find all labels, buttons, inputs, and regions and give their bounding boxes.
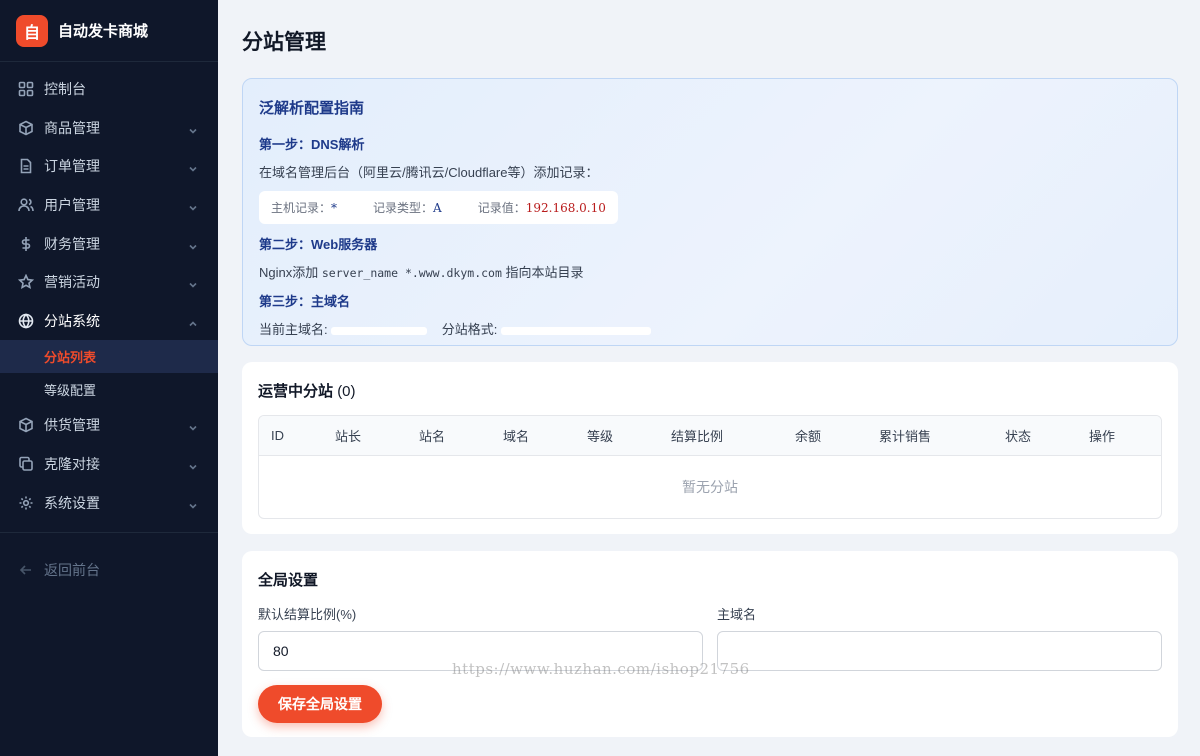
sidebar-item-label: 系统设置: [44, 494, 100, 511]
save-global-settings-button[interactable]: 保存全局设置: [258, 685, 382, 723]
sidebar-item-products[interactable]: 商品管理: [0, 109, 218, 148]
page-title: 分站管理: [242, 31, 326, 54]
step3-text: 当前主域名: 分站格式:: [259, 319, 1161, 338]
chevron-down-icon: [188, 277, 198, 288]
step1-text: 在域名管理后台（阿里云/腾讯云/Cloudflare等）添加记录：: [259, 165, 599, 180]
guide-title: 泛解析配置指南: [259, 100, 365, 117]
copy-icon: [18, 456, 34, 472]
column-header: 站名: [419, 429, 446, 444]
sidebar-divider: [0, 531, 218, 533]
sidebar-back-to-front[interactable]: 返回前台: [0, 551, 218, 590]
sidebar-item-label: 控制台: [44, 81, 86, 98]
chevron-down-icon: [188, 161, 198, 173]
stations-card: 运营中分站 (0) ID 站长 站名 域名 等级 结算比例 余额 累计销售 状态…: [242, 362, 1178, 534]
column-header: 操作: [1089, 429, 1116, 444]
sidebar-item-marketing[interactable]: 营销活动: [0, 263, 218, 302]
column-header: 域名: [503, 429, 530, 444]
record-type: 记录类型：A: [373, 201, 442, 215]
sidebar-item-clone[interactable]: 克隆对接: [0, 445, 218, 484]
chevron-up-icon: [188, 316, 198, 326]
sidebar-item-label: 分站系统: [44, 312, 100, 329]
record-value: 记录值：192.168.0.10: [477, 201, 606, 215]
sidebar-item-label: 克隆对接: [44, 456, 100, 473]
sidebar-item-label: 用户管理: [44, 197, 100, 214]
sidebar-item-substations[interactable]: 分站系统: [0, 302, 218, 341]
settings-form: 默认结算比例(%) 80 主域名: [258, 604, 1162, 671]
stations-count: (0): [337, 383, 356, 400]
main-content: 分站管理 泛解析配置指南 第一步：DNS解析 在域名管理后台（阿里云/腾讯云/C…: [218, 0, 1200, 756]
globe-icon: [18, 313, 34, 329]
brand[interactable]: 自 自动发卡商城: [0, 0, 218, 62]
domain-field-group: 主域名: [717, 604, 1162, 671]
brand-name: 自动发卡商城: [58, 23, 149, 40]
brand-logo: 自: [16, 14, 48, 47]
wildcard-dns-guide: 泛解析配置指南 第一步：DNS解析 在域名管理后台（阿里云/腾讯云/Cloudf…: [242, 78, 1178, 346]
box-icon: [18, 120, 34, 136]
chevron-down-icon: [188, 200, 198, 211]
step3-title: 第三步：主域名: [259, 294, 351, 309]
column-header: 等级: [587, 429, 614, 444]
column-header: 结算比例: [671, 429, 724, 444]
chevron-down-icon: [188, 123, 198, 134]
column-header: 累计销售: [879, 429, 932, 444]
step1-title: 第一步：DNS解析: [259, 137, 365, 152]
dns-record-box: 主机记录：* 记录类型：A 记录值：192.168.0.10: [259, 191, 618, 224]
redacted-sub-format: [500, 326, 651, 335]
column-header: 余额: [795, 429, 822, 444]
dollar-icon: [18, 236, 34, 252]
redacted-main-domain: [331, 326, 428, 335]
domain-input[interactable]: [717, 631, 1162, 671]
global-settings-card: 全局设置 默认结算比例(%) 80 主域名 保存全局设置: [242, 551, 1178, 737]
sidebar-item-users[interactable]: 用户管理: [0, 186, 218, 225]
sidebar-item-orders[interactable]: 订单管理: [0, 147, 218, 186]
gear-icon: [18, 495, 34, 511]
sidebar-item-label: 订单管理: [44, 158, 100, 175]
star-icon: [18, 274, 34, 290]
ratio-input[interactable]: 80: [258, 631, 703, 671]
sidebar-item-label: 商品管理: [44, 119, 100, 136]
sidebar-item-supply[interactable]: 供货管理: [0, 406, 218, 445]
document-icon: [18, 158, 34, 174]
chevron-down-icon: [188, 420, 198, 432]
chevron-down-icon: [188, 239, 198, 250]
column-header: 状态: [1005, 429, 1032, 444]
stations-title: 运营中分站 (0): [258, 383, 356, 400]
settings-title: 全局设置: [258, 572, 319, 589]
sub-format-label: 分站格式:: [441, 322, 498, 337]
sidebar-item-label: 营销活动: [44, 274, 100, 291]
column-header: 站长: [335, 429, 362, 444]
sidebar-item-settings[interactable]: 系统设置: [0, 483, 218, 522]
sidebar-item-finance[interactable]: 财务管理: [0, 224, 218, 263]
box-icon: [18, 417, 34, 433]
stations-table: ID 站长 站名 域名 等级 结算比例 余额 累计销售 状态 操作 暂无分站: [258, 415, 1162, 519]
empty-state: 暂无分站: [682, 479, 738, 495]
table-header: ID 站长 站名 域名 等级 结算比例 余额 累计销售 状态 操作: [259, 416, 1161, 456]
main-domain-label: 当前主域名:: [259, 322, 328, 337]
sidebar-item-dashboard[interactable]: 控制台: [0, 70, 218, 109]
step2-text: Nginx添加 server_name *.www.dkym.com 指向本站目…: [259, 265, 584, 280]
dashboard-icon: [18, 81, 34, 97]
sidebar-item-label: 财务管理: [44, 235, 100, 252]
arrow-left-icon: [18, 562, 34, 578]
chevron-down-icon: [188, 459, 198, 470]
users-icon: [18, 197, 34, 213]
record-host: 主机记录：*: [271, 201, 338, 215]
ratio-field-group: 默认结算比例(%) 80: [258, 604, 703, 671]
sidebar: 自 自动发卡商城 控制台 商品管理 订单管理 用户管理 财务管理 营销活动 分站…: [0, 0, 218, 756]
sidebar-nav: 控制台 商品管理 订单管理 用户管理 财务管理 营销活动 分站系统 分站列表 等…: [0, 62, 218, 590]
sidebar-item-label: 供货管理: [44, 417, 100, 434]
chevron-down-icon: [188, 498, 198, 509]
sidebar-back-label: 返回前台: [44, 562, 100, 579]
ratio-label: 默认结算比例(%): [258, 607, 357, 622]
domain-label: 主域名: [717, 607, 757, 622]
sidebar-subitem-level-config[interactable]: 等级配置: [0, 373, 218, 406]
server-name-code: server_name *.www.dkym.com: [321, 266, 502, 280]
sidebar-subitem-station-list[interactable]: 分站列表: [0, 340, 218, 374]
column-header: ID: [271, 428, 284, 443]
step2-title: 第二步：Web服务器: [259, 237, 378, 252]
